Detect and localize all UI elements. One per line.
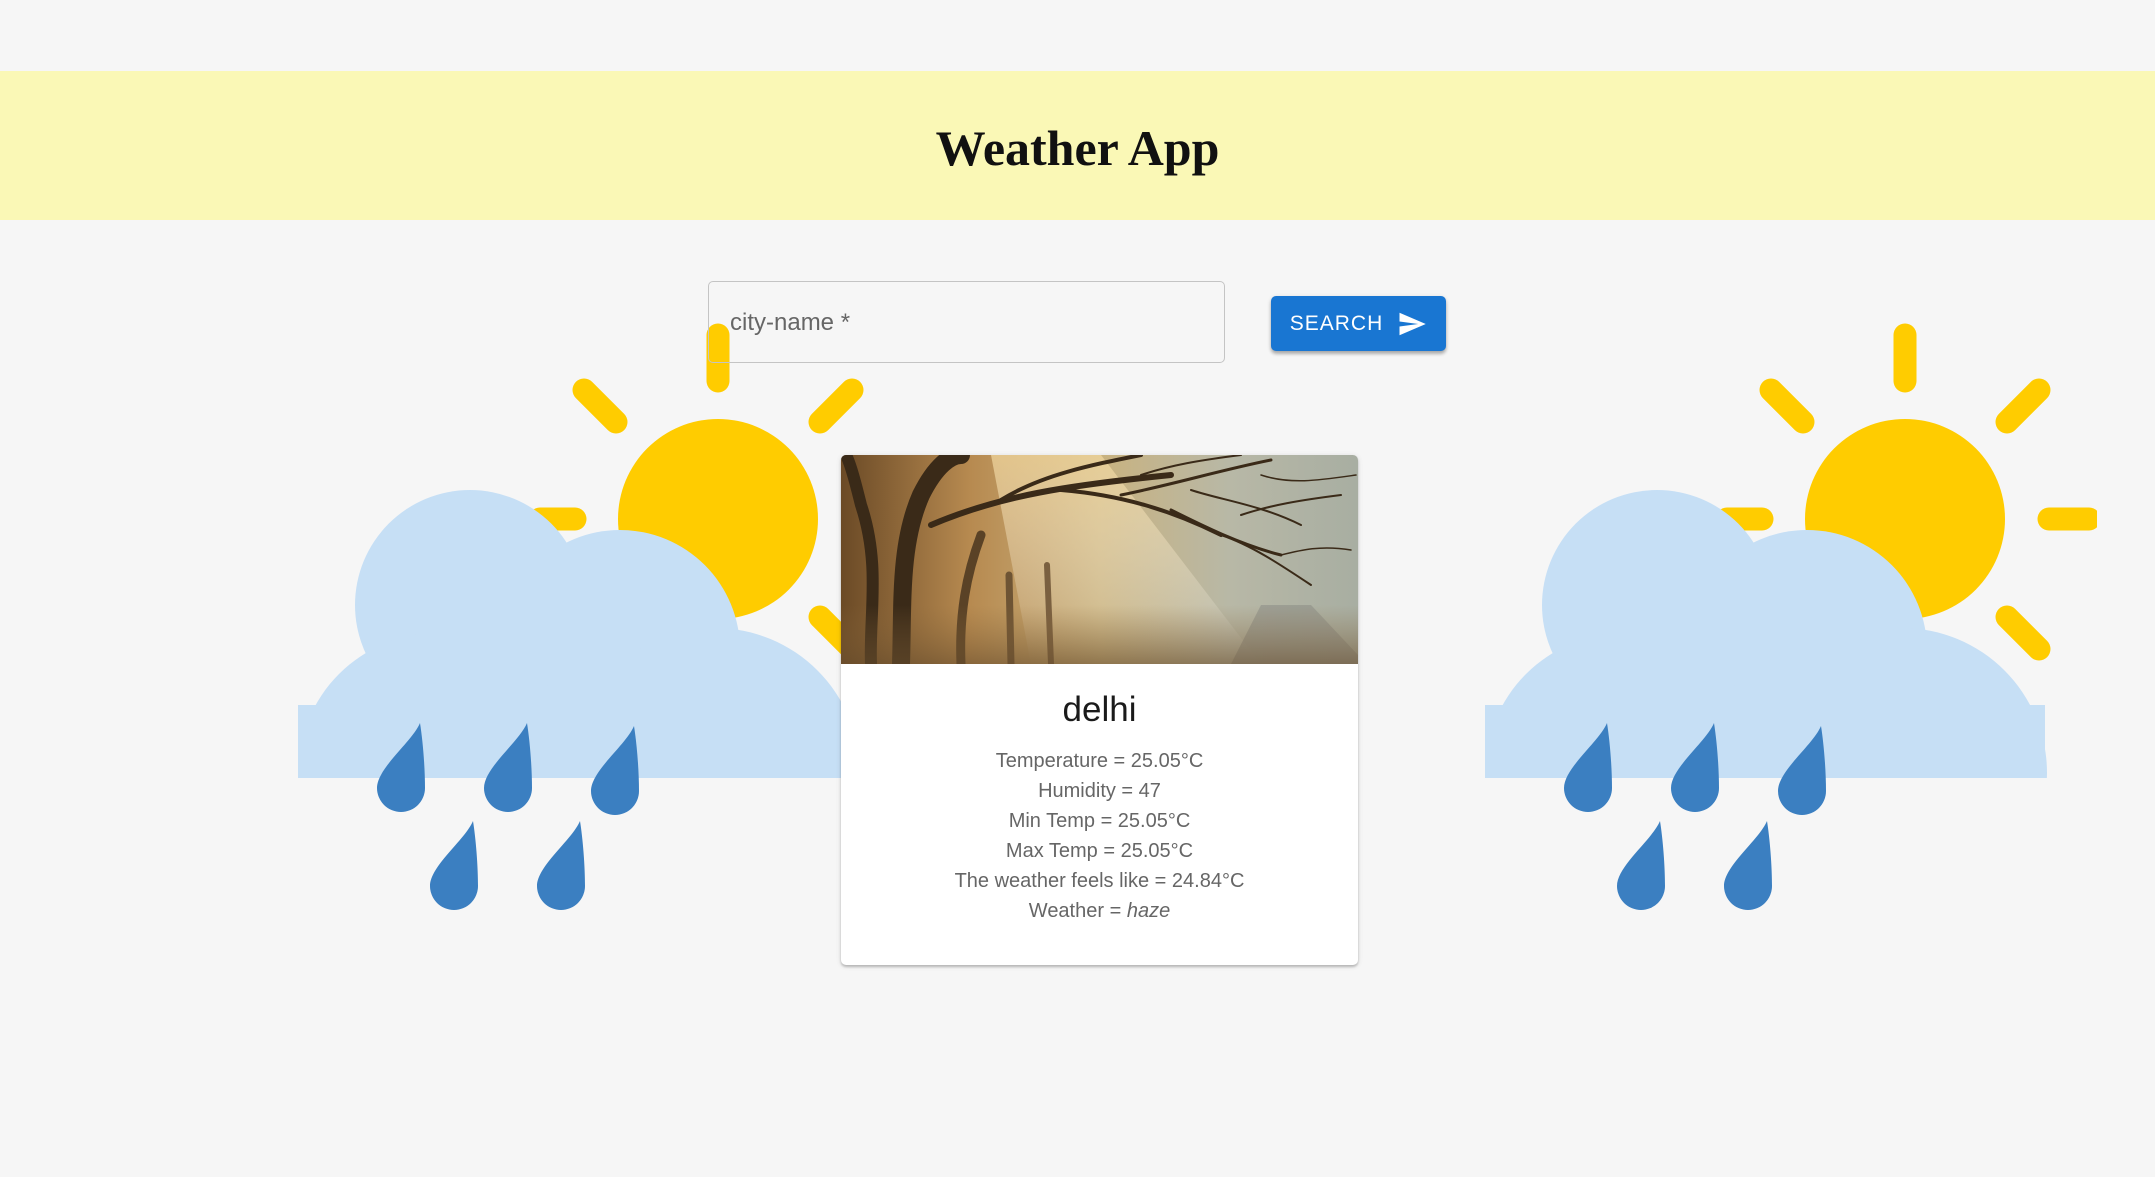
max-temp-text: Max Temp = 25.05°C xyxy=(1005,840,1194,862)
city-search-field[interactable]: city-name * xyxy=(708,281,1225,363)
app-header: Weather App xyxy=(0,71,2155,220)
city-name: delhi xyxy=(1062,690,1137,729)
page-title: Weather App xyxy=(935,119,1220,176)
weather-stats: Temperature = 25.05°C Humidity = 47 Min … xyxy=(841,746,1358,926)
temperature-text: Temperature = 25.05°C xyxy=(995,750,1204,772)
weather-card: delhi Temperature = 25.05°C Humidity = 4… xyxy=(841,455,1358,965)
weather-text: Weather = haze xyxy=(841,896,1358,926)
sun-cloud-rain-icon xyxy=(270,315,910,915)
send-icon xyxy=(1399,312,1427,335)
feels-like-text: The weather feels like = 24.84°C xyxy=(954,870,1245,892)
weather-value: haze xyxy=(1126,900,1171,922)
weather-label: Weather = xyxy=(1028,900,1127,922)
search-button-label: SEARCH xyxy=(1289,311,1384,335)
sun-cloud-rain-icon xyxy=(1457,315,2097,915)
search-button[interactable]: SEARCH xyxy=(1271,296,1446,351)
haze-photo xyxy=(841,455,1358,664)
min-temp-text: Min Temp = 25.05°C xyxy=(1008,810,1191,832)
city-name-input[interactable] xyxy=(709,282,1224,362)
humidity-text: Humidity = 47 xyxy=(1038,780,1161,802)
